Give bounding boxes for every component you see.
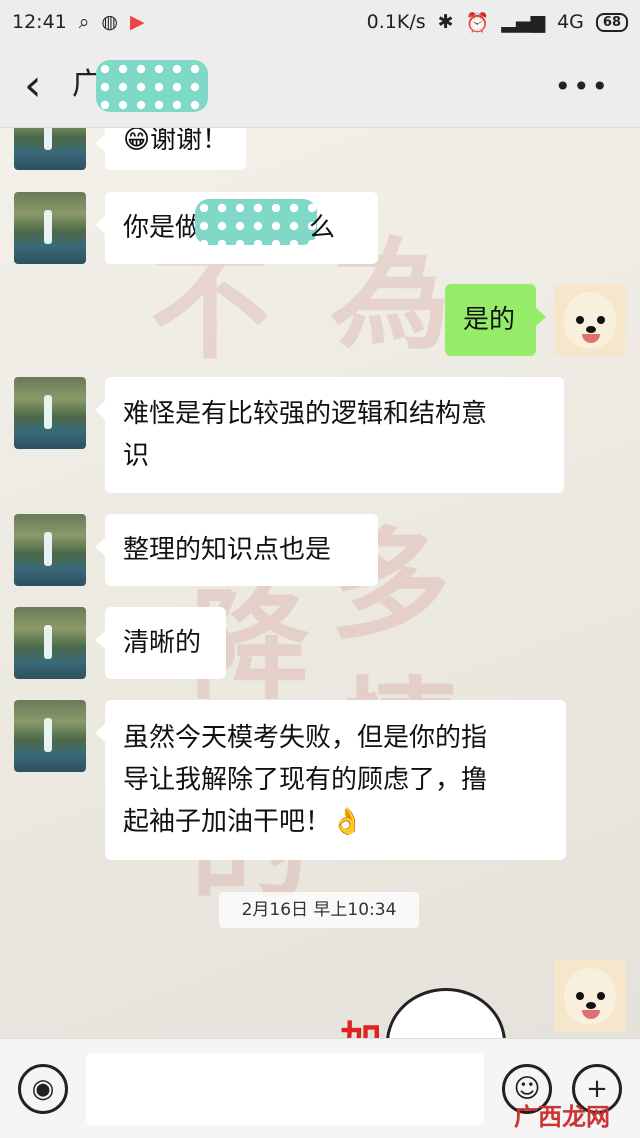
dog-eye (597, 992, 605, 1000)
timestamp: 2月16日 早上10:34 (219, 892, 419, 928)
message-bubble[interactable]: 😁谢谢！ (94, 128, 247, 170)
network-speed: 0.1K/s (366, 11, 426, 33)
message-bubble[interactable]: 虽然今天模考失败，但是你的指 导让我解除了现有的顾虑了，撸 起袖子加油干吧！👌 (95, 700, 566, 860)
message-bubble[interactable]: 你是做 么 (95, 192, 378, 264)
site-watermark: 广西龙网 (514, 1103, 610, 1131)
bluetooth-icon: ✱ (437, 11, 454, 33)
message-text: 起袖子加油干吧！👌 (123, 807, 364, 837)
message-bubble[interactable]: 整理的知识点也是 (95, 514, 378, 586)
message-text: 识 (123, 441, 150, 471)
cat-sticker[interactable]: 加 (330, 978, 530, 1038)
dog-nose (586, 1002, 596, 1009)
contact-avatar[interactable] (14, 514, 86, 586)
message-bubble[interactable]: 是的 (445, 284, 546, 356)
contact-avatar[interactable] (14, 377, 86, 449)
dog-face-icon (564, 968, 616, 1024)
network-type: 4G (557, 11, 584, 33)
contact-avatar[interactable] (14, 607, 86, 679)
contact-avatar[interactable] (14, 192, 86, 264)
message-bubble[interactable]: 难怪是有比较强的逻辑和结构意 识 (95, 377, 564, 493)
app-icon: ◍ (101, 11, 118, 33)
chat-area[interactable]: 不 為 多 降 情 的 😁谢谢！ 你是做么 是的 难怪是有比较强的逻辑和结构意 … (0, 128, 640, 1038)
search-icon: ⌕ (78, 11, 90, 33)
contact-avatar[interactable] (14, 128, 86, 170)
dog-face-icon (564, 292, 616, 348)
dog-nose (586, 326, 596, 333)
message-text: 虽然今天模考失败，但是你的指 (123, 723, 488, 753)
dog-eye (597, 316, 605, 324)
my-avatar[interactable] (554, 284, 626, 356)
message-text: 😁谢谢！ (123, 128, 229, 155)
message-bubble[interactable]: 清晰的 (95, 607, 226, 679)
message-text: 是的 (463, 305, 516, 335)
back-icon[interactable]: ‹ (24, 60, 72, 111)
signal-icon: ▂▄▆ (501, 11, 546, 33)
clock: 12:41 (12, 11, 67, 33)
cat-sticker-icon (386, 988, 506, 1038)
message-text: 么 (309, 213, 336, 243)
dog-mouth (582, 334, 600, 343)
dog-eye (576, 992, 584, 1000)
contact-avatar[interactable] (14, 700, 86, 772)
chat-header: ‹ 广 ••• (0, 44, 640, 128)
message-text: 导让我解除了现有的顾虑了，撸 (123, 765, 488, 795)
status-bar: 12:41 ⌕ ◍ ▶ 0.1K/s ✱ ⏰ ▂▄▆ 4G 68 (0, 0, 640, 44)
dog-eye (576, 316, 584, 324)
message-text: 整理的知识点也是 (123, 535, 332, 565)
play-store-icon: ▶ (130, 11, 145, 33)
message-input[interactable] (86, 1053, 484, 1125)
voice-icon[interactable]: ◉ (18, 1064, 68, 1114)
message-text: 你是做 (123, 213, 202, 243)
redaction-mask (195, 199, 318, 245)
alarm-icon: ⏰ (465, 11, 490, 34)
battery-icon: 68 (595, 12, 628, 32)
redaction-mask (95, 59, 208, 112)
sticker-text: 加 (340, 1008, 382, 1038)
dog-mouth (582, 1010, 600, 1019)
message-text: 清晰的 (123, 628, 202, 658)
contact-name: 广 (72, 59, 208, 112)
message-text: 难怪是有比较强的逻辑和结构意 (123, 399, 488, 429)
input-bar: ◉ ☺ + 广西龙网 (0, 1038, 640, 1138)
my-avatar[interactable] (554, 960, 626, 1032)
more-options-icon[interactable]: ••• (554, 70, 610, 103)
